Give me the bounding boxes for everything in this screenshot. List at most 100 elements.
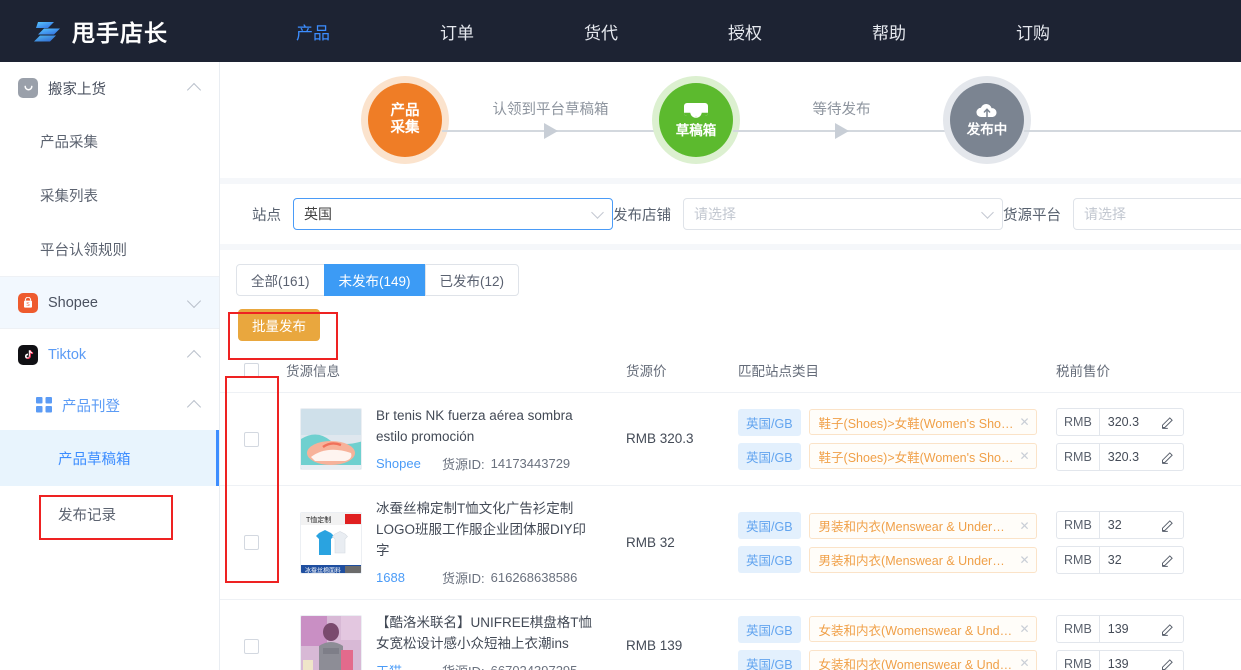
- sidebar-item-publish-records[interactable]: 发布记录: [0, 486, 219, 542]
- product-info: Br tenis NK fuerza aérea sombra estilo p…: [286, 405, 626, 473]
- table-head: 货源信息 货源价 匹配站点类目 税前售价: [220, 351, 1241, 393]
- brand[interactable]: 甩手店长: [34, 14, 168, 48]
- sidebar-item-product-collect[interactable]: 产品采集: [0, 114, 219, 168]
- step-draft-box[interactable]: 草稿箱: [659, 83, 733, 157]
- row-source-info: Br tenis NK fuerza aérea sombra estilo p…: [286, 392, 626, 486]
- platform-select[interactable]: 请选择: [1073, 198, 1241, 230]
- site-select-value: 英国: [304, 206, 332, 222]
- header-source-price: 货源价: [626, 351, 738, 393]
- step-publishing[interactable]: 发布中: [950, 83, 1024, 157]
- source-platform-link[interactable]: Shopee: [376, 456, 442, 471]
- table-row: Br tenis NK fuerza aérea sombra estilo p…: [220, 392, 1241, 486]
- category-input[interactable]: 男装和内衣(Menswear & Underwe… ✕: [808, 546, 1037, 573]
- top-navigation-bar: 甩手店长 产品 订单 货代 授权 帮助 订购: [0, 0, 1241, 62]
- app-root: 甩手店长 产品 订单 货代 授权 帮助 订购 搬家上货 产品采集 采集列表 平台…: [0, 0, 1241, 670]
- select-all-header: [220, 351, 286, 393]
- svg-text:T恤定制: T恤定制: [306, 515, 331, 524]
- row-checkbox[interactable]: [244, 535, 259, 550]
- close-icon[interactable]: ✕: [1019, 553, 1029, 567]
- source-id-value: 667024397295: [491, 663, 578, 670]
- drawer-icon: [684, 103, 708, 118]
- edit-pencil-icon[interactable]: [1161, 518, 1175, 532]
- arrow-right-icon: [834, 123, 849, 139]
- price-value: 320.3: [1107, 414, 1140, 429]
- nav-item-freight[interactable]: 货代: [574, 19, 628, 44]
- shop-select[interactable]: 请选择: [683, 198, 1003, 230]
- product-thumbnail[interactable]: T恤定制 冰蚕丝棉面料: [300, 511, 362, 574]
- chevron-up-icon: [186, 349, 202, 364]
- nav-item-help[interactable]: 帮助: [862, 19, 916, 44]
- batch-publish-button[interactable]: 批量发布: [238, 309, 320, 341]
- main-nav: 产品 订单 货代 授权 帮助 订购: [286, 19, 1060, 44]
- sidebar-group-migration[interactable]: 搬家上货: [0, 62, 219, 114]
- row-source-price: RMB 32: [626, 485, 738, 600]
- nav-item-subscribe[interactable]: 订购: [1006, 19, 1060, 44]
- close-icon[interactable]: ✕: [1019, 622, 1029, 636]
- sidebar-item-collect-list[interactable]: 采集列表: [0, 168, 219, 222]
- category-input[interactable]: 鞋子(Shoes)>女鞋(Women's Shoes… ✕: [808, 409, 1037, 435]
- row-checkbox[interactable]: [244, 431, 259, 447]
- row-pretax-prices: RMB 32 RMB 32: [1056, 485, 1241, 600]
- source-platform-link[interactable]: 天猫: [376, 661, 442, 670]
- sidebar-group-shopee[interactable]: S Shopee: [0, 276, 219, 328]
- category-input[interactable]: 女装和内衣(Womenswear & Unde… ✕: [808, 650, 1037, 670]
- pretax-price-field[interactable]: RMB 320.3: [1056, 442, 1184, 471]
- product-thumbnail[interactable]: [300, 408, 362, 470]
- tab-unpublished[interactable]: 未发布(149): [323, 264, 426, 296]
- chevron-up-icon: [186, 399, 202, 415]
- category-text: 男装和内衣(Menswear & Underwe…: [818, 554, 1014, 568]
- step-label: 草稿箱: [675, 123, 717, 138]
- row-select-cell: [220, 599, 286, 670]
- close-icon[interactable]: ✕: [1019, 449, 1029, 463]
- filter-shop-label: 发布店铺: [613, 207, 671, 224]
- edit-pencil-icon[interactable]: [1161, 622, 1175, 636]
- site-select[interactable]: 英国: [293, 198, 613, 230]
- close-icon[interactable]: ✕: [1019, 519, 1029, 533]
- tshirt-photo: T恤定制 冰蚕丝棉面料: [301, 512, 361, 573]
- connector-label: 等待发布: [812, 102, 871, 118]
- shopee-icon: S: [18, 292, 38, 313]
- product-thumbnail[interactable]: [300, 615, 362, 670]
- pretax-price-field[interactable]: RMB 32: [1056, 511, 1184, 539]
- category-input[interactable]: 女装和内衣(Womenswear & Unde… ✕: [808, 616, 1037, 642]
- product-meta: 冰蚕丝棉定制T恤文化广告衫定制LOGO班服工作服企业团体服DIY印字 1688 …: [376, 498, 598, 587]
- edit-pencil-icon[interactable]: [1161, 657, 1175, 670]
- product-meta: 【酷洛米联名】UNIFREE棋盘格T恤女宽松设计感小众短袖上衣潮ins 天猫 货…: [376, 612, 598, 670]
- source-id-label: 货源ID:: [442, 457, 485, 472]
- tab-published[interactable]: 已发布(12): [424, 264, 520, 296]
- edit-pencil-icon[interactable]: [1161, 415, 1175, 429]
- table-row: 【酷洛米联名】UNIFREE棋盘格T恤女宽松设计感小众短袖上衣潮ins 天猫 货…: [220, 599, 1241, 670]
- pretax-price-field[interactable]: RMB 32: [1056, 546, 1184, 574]
- site-tag: 英国/GB: [738, 546, 801, 573]
- source-id-label: 货源ID:: [442, 661, 485, 670]
- sidebar-group-tiktok[interactable]: Tiktok: [0, 328, 219, 380]
- sidebar-item-product-draft-box[interactable]: 产品草稿箱: [0, 430, 219, 486]
- source-price: RMB 320.3: [626, 431, 694, 446]
- action-row: 批量发布: [220, 296, 1241, 351]
- category-input[interactable]: 鞋子(Shoes)>女鞋(Women's Shoes… ✕: [808, 443, 1037, 469]
- pretax-price-field[interactable]: RMB 139: [1056, 614, 1184, 643]
- category-input[interactable]: 男装和内衣(Menswear & Underwe… ✕: [808, 512, 1037, 539]
- filter-site: 站点 英国: [252, 198, 613, 230]
- pretax-price-field[interactable]: RMB 320.3: [1056, 407, 1184, 436]
- nav-item-authorization[interactable]: 授权: [718, 19, 772, 44]
- tab-all[interactable]: 全部(161): [236, 264, 325, 296]
- row-checkbox[interactable]: [244, 638, 259, 654]
- sidebar-subgroup-product-listing[interactable]: 产品刊登: [0, 380, 219, 430]
- sidebar-group-label: 搬家上货: [48, 81, 106, 98]
- row-select-cell: [220, 485, 286, 600]
- pretax-price-field[interactable]: RMB 139: [1056, 649, 1184, 670]
- close-icon[interactable]: ✕: [1019, 415, 1029, 429]
- close-icon[interactable]: ✕: [1019, 656, 1029, 670]
- edit-pencil-icon[interactable]: [1161, 553, 1175, 567]
- header-pretax-price: 税前售价: [1056, 351, 1241, 393]
- source-platform-link[interactable]: 1688: [376, 570, 442, 585]
- edit-pencil-icon[interactable]: [1161, 450, 1175, 464]
- header-source-info: 货源信息: [286, 351, 626, 393]
- select-all-checkbox[interactable]: [244, 362, 259, 378]
- step-product-collect[interactable]: 产品 采集: [368, 83, 442, 157]
- sidebar-item-platform-rules[interactable]: 平台认领规则: [0, 222, 219, 276]
- nav-item-orders[interactable]: 订单: [430, 19, 484, 44]
- nav-item-products[interactable]: 产品: [286, 19, 340, 44]
- row-source-price: RMB 320.3: [626, 392, 738, 486]
